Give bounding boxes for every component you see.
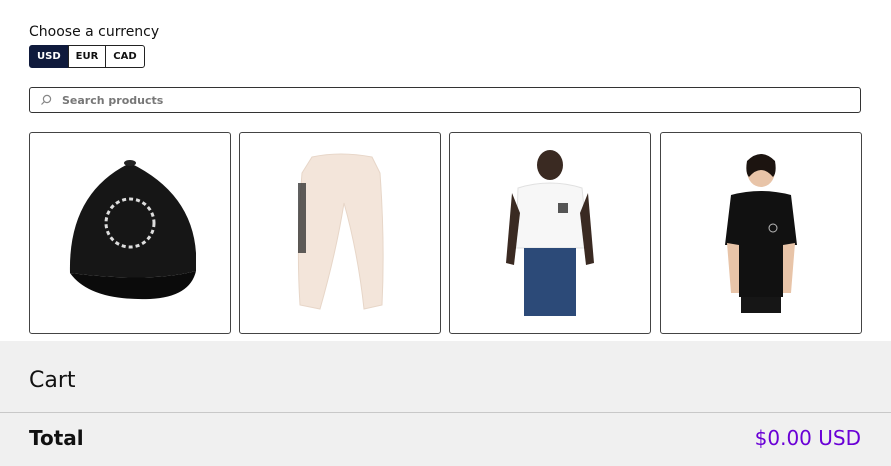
cart-divider: [0, 412, 891, 413]
search-bar: [29, 87, 861, 113]
product-image-hat: [69, 160, 196, 300]
product-card-hat[interactable]: [29, 132, 231, 334]
currency-selector: USD EUR CAD: [29, 45, 145, 68]
currency-label: Choose a currency: [29, 24, 160, 40]
product-card-white-tshirt[interactable]: [449, 132, 651, 334]
cart-section: Cart Total $0.00 USD: [0, 341, 891, 466]
search-icon: [41, 94, 52, 105]
product-card-black-tshirt[interactable]: [660, 132, 862, 334]
total-label: Total: [29, 426, 84, 450]
product-image-joggers: [297, 153, 384, 310]
currency-eur-button[interactable]: EUR: [67, 45, 107, 68]
product-card-joggers[interactable]: [239, 132, 441, 334]
currency-cad-button[interactable]: CAD: [105, 45, 145, 68]
currency-usd-button[interactable]: USD: [29, 45, 69, 68]
search-input[interactable]: [60, 92, 860, 108]
total-value: $0.00 USD: [754, 426, 861, 450]
product-image-white-tshirt: [506, 150, 594, 316]
cart-title: Cart: [29, 368, 76, 393]
product-image-black-tshirt: [725, 154, 797, 313]
